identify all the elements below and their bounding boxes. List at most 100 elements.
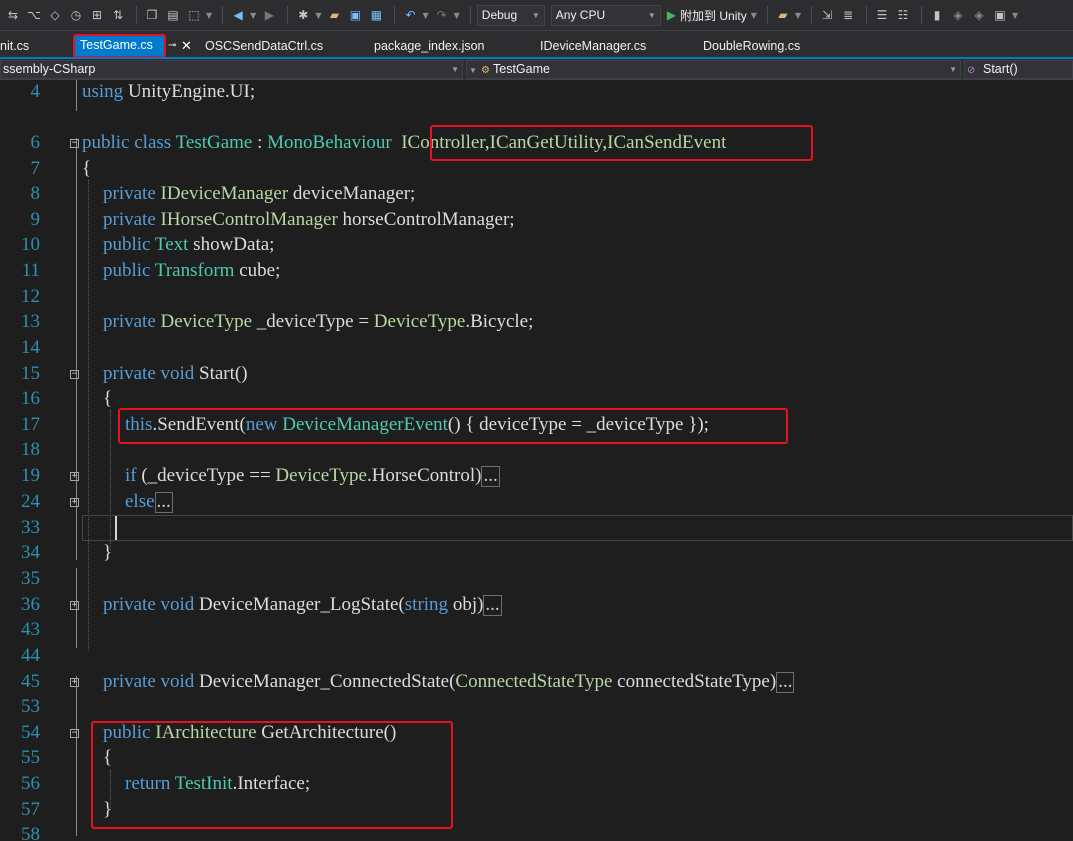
tab-test-game[interactable]: TestGame.cs xyxy=(73,34,166,58)
solution-explorer-icon[interactable]: ▰ xyxy=(774,6,792,24)
code-text: if (_deviceType == DeviceType.HorseContr… xyxy=(125,465,500,487)
platform-value: Any CPU xyxy=(555,8,606,22)
toolbar-separator xyxy=(811,6,813,24)
chevron-down-icon[interactable]: ▼ xyxy=(422,11,428,20)
configuration-dropdown[interactable]: Debug ▼ xyxy=(476,4,545,26)
chevron-down-icon[interactable]: ▼ xyxy=(1012,11,1018,20)
toolbar-separator xyxy=(394,6,396,24)
redo-icon[interactable]: ↷ xyxy=(433,6,451,24)
code-line: 53 xyxy=(0,695,1073,721)
platform-dropdown[interactable]: Any CPU ▼ xyxy=(550,4,661,26)
prev-bookmark-icon[interactable]: ◈ xyxy=(949,6,967,24)
uncomment-icon[interactable]: ☷ xyxy=(894,6,912,24)
code-token: (_deviceType == xyxy=(136,465,276,486)
tab-label: TestGame.cs xyxy=(80,38,153,52)
back-icon[interactable]: ◀ xyxy=(229,6,247,24)
chevron-down-icon[interactable]: ▼ xyxy=(206,11,212,20)
tab-osc-send-data-ctrl[interactable]: OSCSendDataCtrl.cs xyxy=(205,35,323,57)
project-dropdown[interactable]: ssembly-CSharp ▼ xyxy=(0,60,463,79)
chevron-down-icon[interactable]: ▼ xyxy=(795,11,801,20)
code-editor[interactable]: 4 using UnityEngine.UI; 6 − public class… xyxy=(0,80,1073,841)
save-icon[interactable]: ▣ xyxy=(346,6,364,24)
keyword: else xyxy=(125,491,155,512)
line-number: 55 xyxy=(21,747,40,768)
code-line: 11 public Transform cube; xyxy=(0,259,1073,285)
attach-unity-button[interactable]: 附加到 Unity xyxy=(680,7,747,24)
clear-bookmarks-icon[interactable]: ▣ xyxy=(991,6,1009,24)
line-number: 33 xyxy=(21,517,40,538)
merge-icon[interactable]: ⌥ xyxy=(25,6,43,24)
code-text: private void Start() xyxy=(103,363,248,385)
code-text: private IDeviceManager deviceManager; xyxy=(103,183,415,205)
collapsed-region[interactable]: ... xyxy=(776,672,795,693)
pin-icon[interactable]: ⊸ xyxy=(168,41,178,51)
keyword: private xyxy=(103,183,156,204)
next-bookmark-icon[interactable]: ◈ xyxy=(970,6,988,24)
tab-package-index[interactable]: package_index.json xyxy=(374,35,485,57)
code-text: } xyxy=(103,542,113,563)
expand-icon[interactable]: + xyxy=(70,472,79,481)
line-number: 53 xyxy=(21,696,40,717)
collapse-icon[interactable]: − xyxy=(70,370,79,379)
save-all-icon[interactable]: ▦ xyxy=(367,6,385,24)
class-dropdown[interactable]: ▼ ⚙ TestGame ▼ xyxy=(466,60,961,79)
forward-icon[interactable]: ▶ xyxy=(260,6,278,24)
tag-icon[interactable]: ◇ xyxy=(46,6,64,24)
play-icon[interactable]: ▶ xyxy=(667,8,676,22)
step-into-icon[interactable]: ⇲ xyxy=(818,6,836,24)
tab-idevice-manager[interactable]: IDeviceManager.cs xyxy=(540,35,646,57)
collapse-icon[interactable]: − xyxy=(70,139,79,148)
expand-icon[interactable]: + xyxy=(70,678,79,687)
member-dropdown[interactable]: ⊘ Start() xyxy=(964,60,1073,79)
select-icon[interactable]: ⬚ xyxy=(185,6,203,24)
copy-icon[interactable]: ❐ xyxy=(143,6,161,24)
collapsed-region[interactable]: ... xyxy=(154,492,173,513)
toolbar-separator xyxy=(287,6,289,24)
navigation-bar: ssembly-CSharp ▼ ▼ ⚙ TestGame ▼ ⊘ Start() xyxy=(0,59,1073,80)
bookmark-icon[interactable]: ▮ xyxy=(928,6,946,24)
chevron-down-icon[interactable]: ▼ xyxy=(315,11,321,20)
line-number: 24 xyxy=(21,491,40,512)
collapse-icon[interactable]: − xyxy=(70,729,79,738)
line-number: 34 xyxy=(21,542,40,563)
comment-icon[interactable]: ☰ xyxy=(873,6,891,24)
tab-double-rowing[interactable]: DoubleRowing.cs xyxy=(703,35,800,57)
annotation-box-send-event xyxy=(118,408,788,444)
collapse-icon[interactable]: ⇆ xyxy=(4,6,22,24)
code-line: 19 + if (_deviceType == DeviceType.Horse… xyxy=(0,464,1073,490)
expand-icon[interactable]: + xyxy=(70,601,79,610)
new-item-icon[interactable]: ✱ xyxy=(294,6,312,24)
format-icon[interactable]: ≣ xyxy=(839,6,857,24)
type-name: MonoBehaviour xyxy=(267,132,392,153)
code-line: 10 public Text showData; xyxy=(0,233,1073,259)
interface-name: IHorseControlManager xyxy=(160,209,338,230)
chevron-down-icon[interactable]: ▼ xyxy=(454,11,460,20)
sync-icon[interactable]: ⇅ xyxy=(109,6,127,24)
paste-icon[interactable]: ▤ xyxy=(164,6,182,24)
code-text: private DeviceType _deviceType = DeviceT… xyxy=(103,311,533,333)
collapsed-region[interactable]: ... xyxy=(483,595,502,616)
close-icon[interactable]: ✕ xyxy=(181,39,192,52)
project-value: ssembly-CSharp xyxy=(3,62,96,76)
chevron-down-icon: ▼ xyxy=(469,66,477,75)
toolbar-separator xyxy=(766,6,768,24)
branch-icon[interactable]: ⊞ xyxy=(88,6,106,24)
tab-test-init[interactable]: nit.cs xyxy=(0,35,29,57)
code-line: 12 xyxy=(0,285,1073,311)
code-token: horseControlManager; xyxy=(337,209,515,230)
chevron-down-icon[interactable]: ▼ xyxy=(751,11,757,20)
enum-name: DeviceType xyxy=(373,311,466,332)
history-icon[interactable]: ◷ xyxy=(67,6,85,24)
expand-icon[interactable]: + xyxy=(70,498,79,507)
toolbar-separator xyxy=(469,6,471,24)
keyword: public xyxy=(103,260,151,281)
code-token: .Bicycle; xyxy=(465,311,534,332)
collapsed-region[interactable]: ... xyxy=(481,466,500,487)
line-number: 17 xyxy=(21,414,40,435)
chevron-down-icon[interactable]: ▼ xyxy=(250,11,256,20)
code-line: 33 xyxy=(0,516,1073,542)
code-text: public Transform cube; xyxy=(103,260,280,282)
undo-icon[interactable]: ↶ xyxy=(401,6,419,24)
open-folder-icon[interactable]: ▰ xyxy=(325,6,343,24)
keyword: private xyxy=(103,311,156,332)
